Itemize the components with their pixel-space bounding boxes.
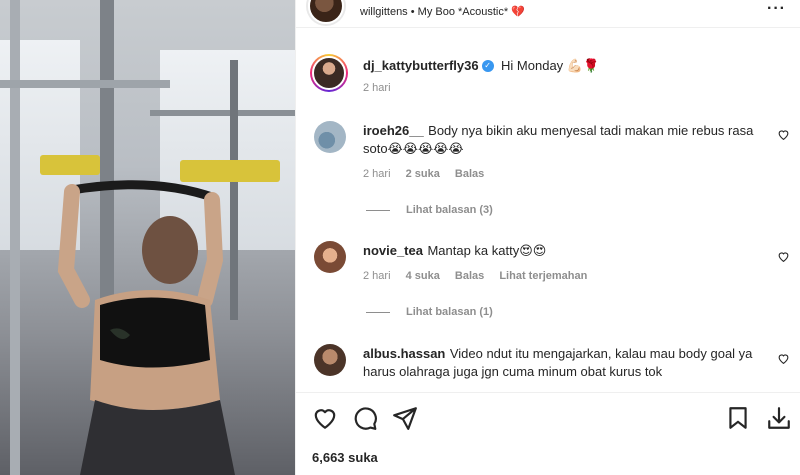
caption-username[interactable]: dj_kattybutterfly36 <box>363 58 479 73</box>
comment-likes[interactable]: 4 suka <box>406 270 440 282</box>
comment-time[interactable]: 2 hari <box>363 270 391 282</box>
reply-button[interactable]: Balas <box>455 270 484 282</box>
view-replies-label: Lihat balasan (1) <box>406 306 493 318</box>
like-comment-icon[interactable] <box>777 128 790 144</box>
avatar[interactable] <box>314 344 346 376</box>
audio-username[interactable]: willgittens <box>360 6 408 18</box>
post-header: willgittens • My Boo *Acoustic* 💔 ··· <box>296 0 800 28</box>
comment-text: Mantap ka katty😍😍 <box>427 243 547 258</box>
avatar[interactable] <box>314 121 346 153</box>
download-icon[interactable] <box>766 405 792 431</box>
comment-username[interactable]: albus.hassan <box>363 346 445 361</box>
comment-likes[interactable]: 2 suka <box>406 168 440 180</box>
share-icon[interactable] <box>392 405 418 431</box>
broken-heart-emoji: 💔 <box>511 6 525 18</box>
translate-button[interactable]: Lihat terjemahan <box>499 270 587 282</box>
audio-credit[interactable]: willgittens • My Boo *Acoustic* 💔 <box>360 5 525 18</box>
more-options-icon[interactable]: ··· <box>767 0 786 18</box>
like-count[interactable]: 6,663 suka <box>312 450 378 465</box>
view-replies-button[interactable]: Lihat balasan (1) <box>366 306 493 318</box>
song-title[interactable]: My Boo *Acoustic* <box>418 6 508 18</box>
post-video[interactable] <box>0 0 295 475</box>
comment-time[interactable]: 2 hari <box>363 168 391 180</box>
athlete-figure <box>57 180 235 475</box>
replies-line <box>366 311 390 313</box>
action-bar <box>296 392 800 442</box>
caption-text: Hi Monday 💪🏻🌹 <box>501 58 600 73</box>
post-sidebar: willgittens • My Boo *Acoustic* 💔 ··· dj… <box>296 0 800 475</box>
replies-line <box>366 209 390 211</box>
like-comment-icon[interactable] <box>777 250 790 266</box>
comment-username[interactable]: iroeh26__ <box>363 123 424 138</box>
view-replies-button[interactable]: Lihat balasan (3) <box>366 204 493 216</box>
like-comment-icon[interactable] <box>777 352 790 368</box>
avatar[interactable] <box>314 241 346 273</box>
comment-username[interactable]: novie_tea <box>363 243 423 258</box>
bookmark-icon[interactable] <box>725 405 751 431</box>
avatar[interactable] <box>310 54 348 92</box>
reply-button[interactable]: Balas <box>455 168 484 180</box>
avatar[interactable] <box>308 0 344 24</box>
verified-badge-icon: ✓ <box>481 59 494 72</box>
view-replies-label: Lihat balasan (3) <box>406 204 493 216</box>
heart-icon[interactable] <box>312 405 338 431</box>
caption-time[interactable]: 2 hari <box>363 82 391 94</box>
comment-icon[interactable] <box>352 405 378 431</box>
separator: • <box>410 6 415 18</box>
